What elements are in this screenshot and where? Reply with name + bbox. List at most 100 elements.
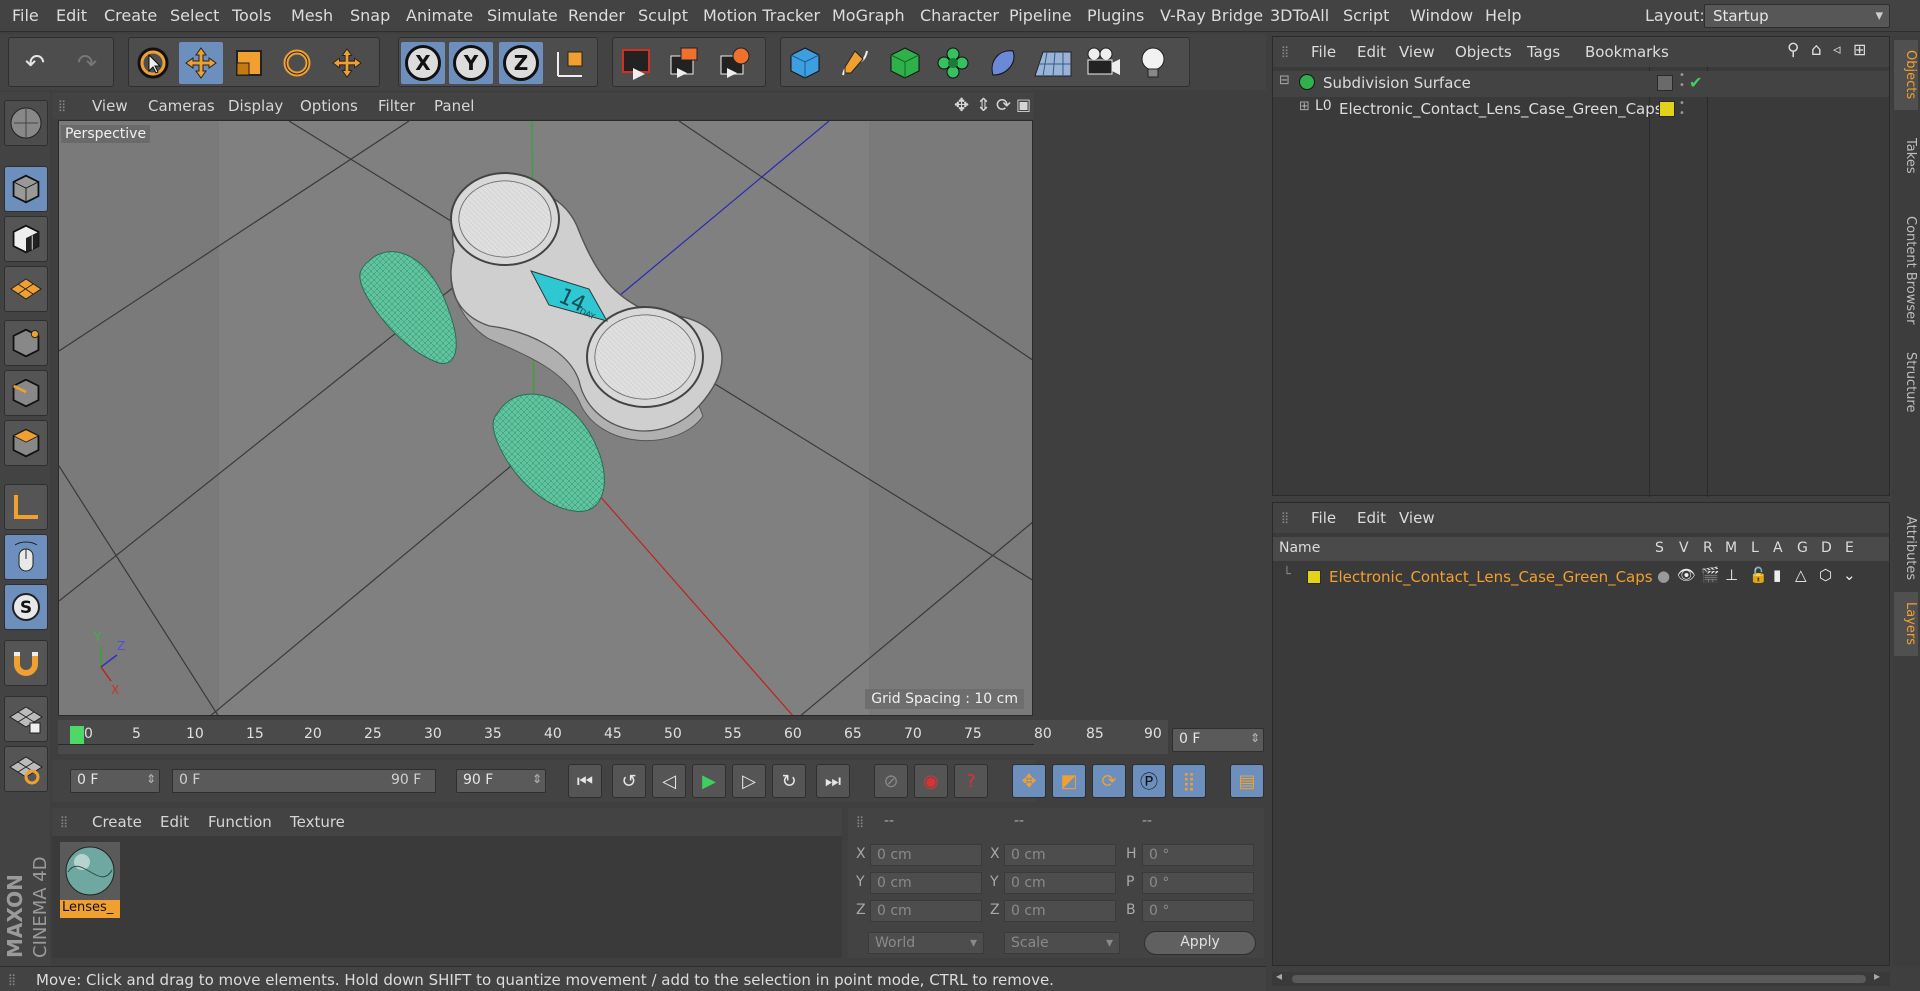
- model-mode-icon[interactable]: [4, 166, 48, 212]
- rotate-view-icon[interactable]: ⟳: [996, 95, 1011, 116]
- menu-mograph[interactable]: MoGraph: [832, 6, 905, 25]
- previous-frame-icon[interactable]: ◁: [652, 764, 686, 798]
- timeline-ruler-end[interactable]: 80 85 90: [1034, 720, 1168, 754]
- visibility-dots-icon[interactable]: • •: [1679, 99, 1685, 119]
- end-frame-field[interactable]: 90 F: [456, 769, 546, 793]
- menu-window[interactable]: Window: [1410, 6, 1473, 25]
- expression-layer-icon[interactable]: ⌄: [1843, 566, 1856, 584]
- x-axis-lock-icon[interactable]: X: [401, 42, 445, 84]
- go-to-end-icon[interactable]: ⏭: [816, 764, 850, 798]
- camera-object-icon[interactable]: [1081, 42, 1125, 84]
- menu-simulate[interactable]: Simulate: [487, 6, 558, 25]
- select-tool-icon[interactable]: [131, 42, 175, 84]
- layer-color-swatch[interactable]: [1307, 570, 1321, 584]
- undo-icon[interactable]: ↶: [13, 42, 57, 84]
- polygons-mode-icon[interactable]: [4, 420, 48, 466]
- go-to-start-icon[interactable]: ⏮: [568, 764, 602, 798]
- object-name-lens-case[interactable]: Electronic_Contact_Lens_Case_Green_Caps: [1339, 100, 1663, 118]
- previous-key-icon[interactable]: ↺: [612, 764, 646, 798]
- coord-mode-dropdown[interactable]: World ▾: [868, 932, 984, 954]
- redo-icon[interactable]: ↷: [65, 42, 109, 84]
- layer-col-d[interactable]: D: [1821, 540, 1832, 556]
- layer-col-e[interactable]: E: [1845, 540, 1854, 556]
- rotation-b-field[interactable]: 0 °: [1142, 900, 1254, 922]
- material-menu-texture[interactable]: Texture: [290, 813, 345, 831]
- playhead[interactable]: [70, 726, 84, 744]
- layer-horizontal-scrollbar[interactable]: ◂ ▸: [1272, 969, 1890, 986]
- tab-takes[interactable]: Takes: [1894, 116, 1918, 196]
- rotation-p-field[interactable]: 0 °: [1142, 872, 1254, 894]
- menu-edit[interactable]: Edit: [56, 6, 87, 25]
- menu-sculpt[interactable]: Sculpt: [638, 6, 688, 25]
- menu-plugins[interactable]: Plugins: [1087, 6, 1144, 25]
- rotation-h-field[interactable]: 0 °: [1142, 844, 1254, 866]
- subdivision-surface-icon[interactable]: [883, 42, 927, 84]
- object-row-subdivision-surface[interactable]: ⊟ Subdivision Surface • • ✔: [1273, 71, 1889, 97]
- apply-button[interactable]: Apply: [1144, 931, 1256, 955]
- render-picture-viewer-icon[interactable]: [663, 42, 707, 84]
- solo-mode-icon[interactable]: S: [4, 584, 48, 630]
- deformer-icon[interactable]: [981, 42, 1025, 84]
- coord-scale-dropdown[interactable]: Scale ▾: [1004, 932, 1120, 954]
- om-menu-file[interactable]: File: [1311, 43, 1336, 61]
- manager-layer-icon[interactable]: ⊥: [1725, 566, 1738, 584]
- record-active-icon[interactable]: ⊘: [874, 764, 908, 798]
- viewport-menu-options[interactable]: Options: [300, 97, 358, 115]
- menu-mesh[interactable]: Mesh: [291, 6, 333, 25]
- start-frame-field[interactable]: 0 F: [70, 769, 160, 793]
- scroll-thumb[interactable]: [1292, 975, 1866, 983]
- workplane-axis-icon[interactable]: [4, 746, 48, 792]
- perspective-viewport[interactable]: 14 DAY Y Z X Perspective Grid Spacing : …: [58, 120, 1033, 716]
- position-z-field[interactable]: 0 cm: [870, 900, 982, 922]
- layer-slot-icon[interactable]: [1657, 75, 1673, 91]
- layer-col-m[interactable]: M: [1725, 540, 1737, 556]
- om-menu-objects[interactable]: Objects: [1455, 43, 1512, 61]
- enabled-check-icon[interactable]: ✔: [1689, 73, 1702, 92]
- layer-col-name[interactable]: Name: [1279, 540, 1320, 556]
- material-menu-create[interactable]: Create: [92, 813, 142, 831]
- toggle-view-icon[interactable]: ▣: [1016, 95, 1031, 114]
- size-z-field[interactable]: 0 cm: [1004, 900, 1116, 922]
- rotate-tool-icon[interactable]: [275, 42, 319, 84]
- render-settings-icon[interactable]: [713, 42, 757, 84]
- texture-mode-icon[interactable]: [4, 216, 48, 262]
- deformer-layer-icon[interactable]: ⬡: [1819, 566, 1832, 584]
- tab-structure[interactable]: Structure: [1894, 344, 1918, 420]
- y-axis-lock-icon[interactable]: Y: [449, 42, 493, 84]
- scroll-left-icon[interactable]: ◂: [1276, 969, 1282, 983]
- layer-col-r[interactable]: R: [1703, 540, 1713, 556]
- play-icon[interactable]: ▶: [692, 764, 726, 798]
- live-select-icon[interactable]: [325, 42, 369, 84]
- layer-col-v[interactable]: V: [1679, 540, 1689, 556]
- tweak-mode-icon[interactable]: [4, 534, 48, 580]
- key-rotation-icon[interactable]: ⟳: [1092, 764, 1126, 798]
- camera-label[interactable]: Perspective: [61, 125, 151, 143]
- floor-object-icon[interactable]: [1031, 42, 1075, 84]
- move-tool-icon[interactable]: [179, 42, 223, 84]
- pen-spline-icon[interactable]: [833, 42, 877, 84]
- material-swatch[interactable]: Lenses_: [60, 842, 120, 918]
- material-menu-edit[interactable]: Edit: [160, 813, 189, 831]
- snap-icon[interactable]: [4, 640, 48, 686]
- menu-create[interactable]: Create: [104, 6, 157, 25]
- viewport-menu-view[interactable]: View: [92, 97, 128, 115]
- coordinate-system-icon[interactable]: [549, 42, 593, 84]
- key-parameter-icon[interactable]: Ⓟ: [1132, 764, 1166, 798]
- position-y-field[interactable]: 0 cm: [870, 872, 982, 894]
- scale-tool-icon[interactable]: [227, 42, 271, 84]
- lock-layer-icon[interactable]: 🔓: [1749, 566, 1768, 584]
- dolly-view-icon[interactable]: ⇕: [976, 95, 991, 116]
- menu-pipeline[interactable]: Pipeline: [1009, 6, 1072, 25]
- tab-content-browser[interactable]: Content Browser: [1894, 200, 1918, 340]
- points-mode-icon[interactable]: [4, 320, 48, 366]
- layer-col-g[interactable]: G: [1797, 540, 1808, 556]
- collapse-icon[interactable]: ⊟: [1279, 73, 1290, 88]
- cube-object-icon[interactable]: [783, 42, 827, 84]
- make-editable-icon[interactable]: [4, 100, 48, 146]
- expand-icon[interactable]: ⊞: [1299, 99, 1310, 114]
- om-menu-bookmarks[interactable]: Bookmarks: [1585, 43, 1669, 61]
- lm-menu-edit[interactable]: Edit: [1357, 509, 1386, 527]
- scroll-right-icon[interactable]: ▸: [1874, 969, 1880, 983]
- menu-3dtoall[interactable]: 3DToAll: [1270, 6, 1329, 25]
- view-layer-icon[interactable]: 👁: [1677, 566, 1696, 584]
